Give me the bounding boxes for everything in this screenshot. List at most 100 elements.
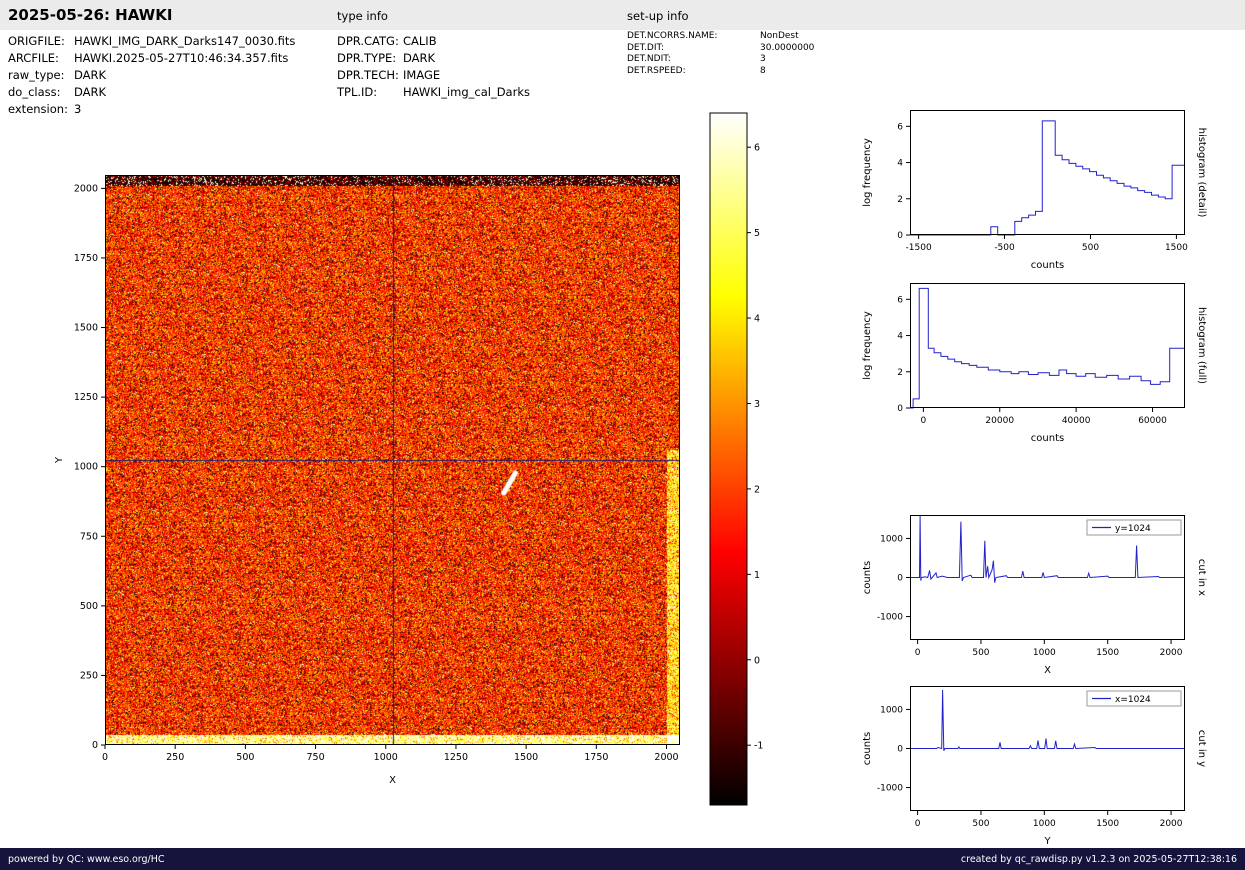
svg-text:1500: 1500 [74, 323, 98, 334]
info-label: DPR.TYPE: [337, 50, 403, 67]
svg-text:Y: Y [1043, 836, 1051, 847]
svg-text:counts: counts [862, 561, 873, 594]
info-value: NonDest [760, 31, 799, 41]
setup-info-heading: set-up info [627, 9, 689, 23]
svg-text:-1500: -1500 [906, 243, 932, 253]
svg-text:500: 500 [80, 601, 98, 612]
svg-text:5: 5 [754, 228, 760, 239]
svg-text:cut in y: cut in y [1196, 730, 1207, 767]
svg-text:-1000: -1000 [877, 613, 903, 623]
info-label: DET.NCORRS.NAME: [627, 31, 760, 43]
info-value: 3 [760, 54, 766, 64]
svg-text:log frequency: log frequency [862, 311, 873, 380]
info-row: TPL.ID:HAWKI_img_cal_Darks [337, 84, 530, 101]
svg-text:counts: counts [862, 732, 873, 765]
info-value: CALIB [403, 34, 437, 48]
setup-info-block: DET.NCORRS.NAME:NonDest DET.DIT:30.00000… [627, 31, 814, 77]
info-label: raw_type: [8, 67, 74, 84]
colorbar: 6543210-1 [700, 105, 795, 820]
qc-report-page: 2025-05-26: HAWKI type info set-up info … [0, 0, 1245, 870]
svg-text:0: 0 [897, 574, 903, 584]
svg-text:250: 250 [166, 752, 184, 763]
svg-text:histogram (full): histogram (full) [1196, 307, 1207, 384]
info-row: DPR.TYPE:DARK [337, 50, 530, 67]
info-label: DET.RSPEED: [627, 66, 760, 78]
info-value: HAWKI.2025-05-27T10:46:34.357.fits [74, 51, 288, 65]
svg-text:0: 0 [754, 655, 760, 666]
cut-in-x-plot: 0500100015002000-100001000Xcountscut in … [845, 505, 1225, 695]
svg-text:1750: 1750 [584, 752, 608, 763]
histogram-full-plot: 02000040000600000246countslog frequencyh… [845, 273, 1225, 463]
svg-text:1750: 1750 [74, 253, 98, 264]
info-value: IMAGE [403, 68, 440, 82]
svg-text:1000: 1000 [880, 705, 903, 715]
info-label: do_class: [8, 84, 74, 101]
info-row: DET.NCORRS.NAME:NonDest [627, 31, 814, 43]
svg-text:Y: Y [54, 456, 65, 464]
svg-text:1250: 1250 [444, 752, 468, 763]
footer-right-text: created by qc_rawdisp.py v1.2.3 on 2025-… [961, 854, 1237, 865]
info-row: DET.RSPEED:8 [627, 66, 814, 78]
info-label: DPR.TECH: [337, 67, 403, 84]
svg-text:cut in x: cut in x [1196, 559, 1207, 596]
svg-text:-1: -1 [754, 741, 763, 752]
svg-text:3: 3 [754, 399, 760, 410]
svg-text:4: 4 [754, 314, 760, 325]
info-label: DET.DIT: [627, 43, 760, 55]
svg-text:histogram (detail): histogram (detail) [1196, 128, 1207, 218]
page-title: 2025-05-26: HAWKI [8, 6, 172, 24]
svg-text:x=1024: x=1024 [1115, 695, 1151, 705]
svg-text:250: 250 [80, 670, 98, 681]
svg-text:0: 0 [915, 819, 921, 829]
info-row: do_class:DARK [8, 84, 295, 101]
info-row: ARCFILE:HAWKI.2025-05-27T10:46:34.357.fi… [8, 50, 295, 67]
svg-text:counts: counts [1031, 433, 1064, 444]
svg-text:y=1024: y=1024 [1115, 524, 1151, 534]
header-bar: 2025-05-26: HAWKI type info set-up info [0, 0, 1245, 30]
svg-text:6: 6 [754, 143, 760, 154]
svg-text:6: 6 [897, 122, 903, 132]
svg-text:0: 0 [92, 740, 98, 751]
info-label: ORIGFILE: [8, 33, 74, 50]
svg-text:X: X [389, 775, 396, 786]
svg-text:1250: 1250 [74, 392, 98, 403]
info-label: ARCFILE: [8, 50, 74, 67]
svg-text:0: 0 [897, 231, 903, 241]
svg-text:500: 500 [1082, 243, 1099, 253]
info-value: 30.0000000 [760, 43, 814, 53]
svg-text:750: 750 [307, 752, 325, 763]
svg-text:4: 4 [897, 159, 903, 169]
cut-in-y-plot: 0500100015002000-100001000Ycountscut in … [845, 676, 1225, 866]
svg-text:6: 6 [897, 295, 903, 305]
info-row: ORIGFILE:HAWKI_IMG_DARK_Darks147_0030.fi… [8, 33, 295, 50]
info-label: DET.NDIT: [627, 54, 760, 66]
footer-bar: powered by QC: www.eso.org/HC created by… [0, 848, 1245, 870]
histogram-detail-plot: -1500-50050015000246countslog frequencyh… [845, 100, 1225, 290]
info-row: extension:3 [8, 101, 295, 118]
svg-text:0: 0 [102, 752, 108, 763]
svg-text:1000: 1000 [880, 534, 903, 544]
svg-text:1500: 1500 [1096, 819, 1119, 829]
type-info-block: DPR.CATG:CALIB DPR.TYPE:DARK DPR.TECH:IM… [337, 33, 530, 101]
svg-text:40000: 40000 [1062, 416, 1091, 426]
info-value: HAWKI_IMG_DARK_Darks147_0030.fits [74, 34, 295, 48]
svg-text:X: X [1044, 665, 1051, 676]
file-info-block: ORIGFILE:HAWKI_IMG_DARK_Darks147_0030.fi… [8, 33, 295, 118]
dark-frame-image [105, 175, 680, 745]
type-info-heading: type info [337, 9, 388, 23]
info-row: DET.DIT:30.0000000 [627, 43, 814, 55]
info-row: DPR.TECH:IMAGE [337, 67, 530, 84]
svg-text:0: 0 [915, 648, 921, 658]
info-value: HAWKI_img_cal_Darks [403, 85, 530, 99]
svg-text:2: 2 [754, 484, 760, 495]
info-row: DET.NDIT:3 [627, 54, 814, 66]
svg-text:2000: 2000 [1160, 648, 1183, 658]
info-row: DPR.CATG:CALIB [337, 33, 530, 50]
info-value: 8 [760, 66, 766, 76]
svg-text:2000: 2000 [1160, 819, 1183, 829]
svg-text:0: 0 [897, 404, 903, 414]
svg-text:60000: 60000 [1138, 416, 1167, 426]
svg-text:1000: 1000 [374, 752, 398, 763]
svg-text:1000: 1000 [1033, 819, 1056, 829]
info-value: DARK [74, 85, 106, 99]
